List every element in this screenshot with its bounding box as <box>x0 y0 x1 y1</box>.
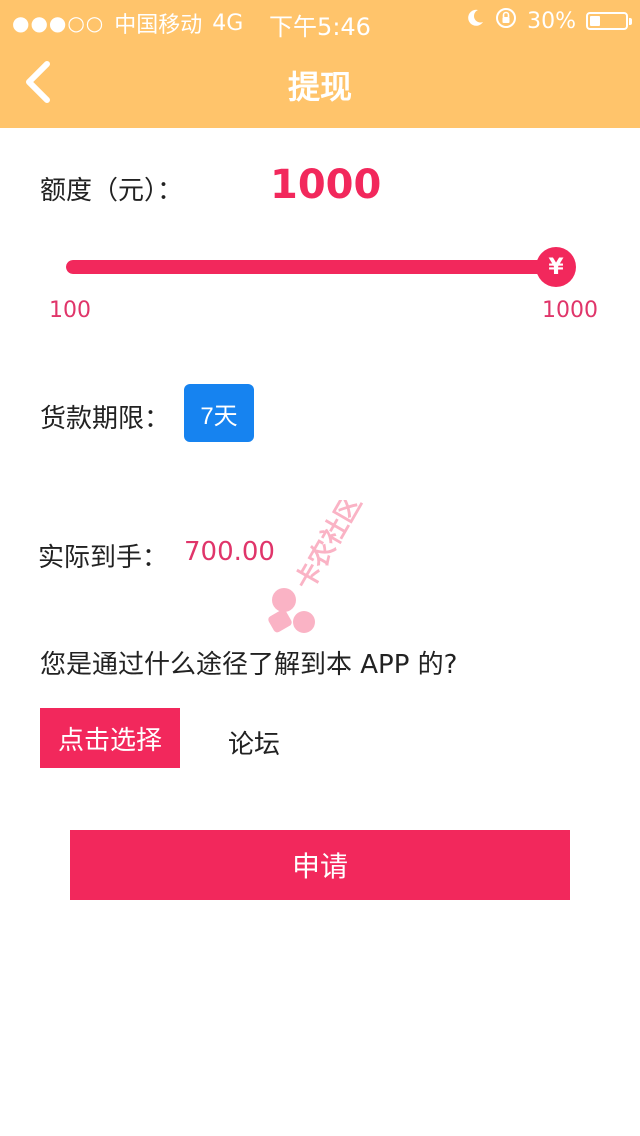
battery-icon <box>586 12 632 30</box>
moon-icon <box>465 8 485 34</box>
amount-value: 1000 <box>270 162 382 208</box>
source-question: 您是通过什么途径了解到本 APP 的? <box>40 650 458 680</box>
page-title: 提现 <box>287 68 352 106</box>
apply-button[interactable]: 申请 <box>70 830 570 900</box>
status-right: 30% <box>465 7 632 35</box>
header-bar: ●●●○○ 中国移动 4G 下午5:46 30% 提现 <box>0 0 640 128</box>
select-source-button[interactable]: 点击选择 <box>40 708 180 768</box>
amount-slider[interactable]: ¥ <box>66 244 580 290</box>
slider-max-label: 1000 <box>542 298 598 323</box>
battery-percent: 30% <box>527 8 576 34</box>
received-label: 实际到手： <box>38 543 169 573</box>
battery-level <box>590 16 601 26</box>
watermark-logo: 卡农社区 <box>268 500 368 633</box>
slider-track[interactable] <box>66 260 556 274</box>
slider-min-label: 100 <box>49 298 91 323</box>
slider-thumb[interactable]: ¥ <box>536 247 576 287</box>
term-option-button[interactable]: 7天 <box>184 384 254 442</box>
slider-fill <box>66 260 556 274</box>
watermark-text: 卡农社区 <box>289 500 368 596</box>
yuan-icon: ¥ <box>548 254 564 280</box>
amount-label: 额度（元）： <box>40 176 184 206</box>
navigation-bar: 提现 <box>0 40 640 128</box>
status-bar: ●●●○○ 中国移动 4G 下午5:46 30% <box>0 0 640 41</box>
selected-source-value: 论坛 <box>228 730 281 760</box>
rotation-lock-icon <box>495 7 517 35</box>
term-label: 货款期限： <box>40 404 171 434</box>
